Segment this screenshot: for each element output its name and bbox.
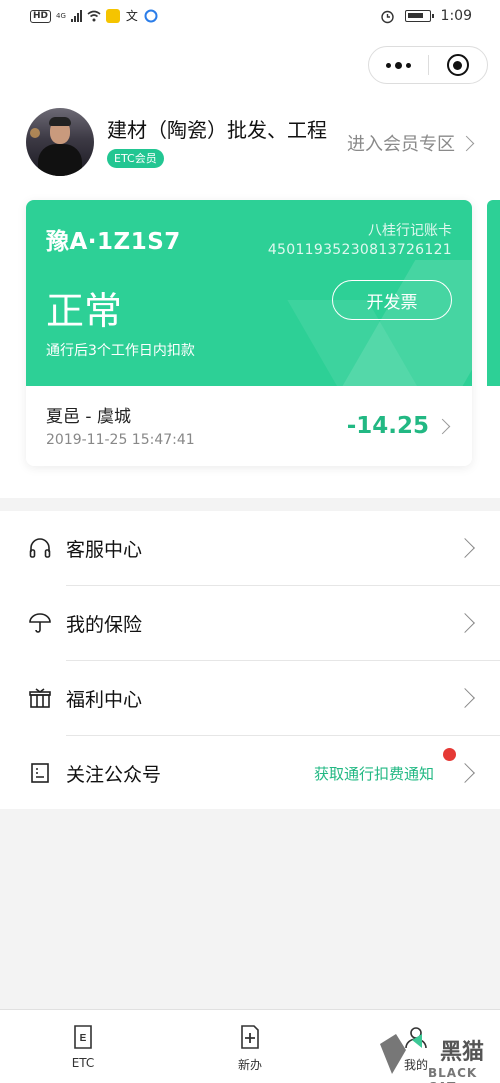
tab-label: ETC: [71, 1056, 95, 1070]
alarm-icon: [380, 10, 394, 23]
browser-notification-icon: [144, 9, 158, 23]
chevron-right-icon: [455, 613, 475, 633]
menu-list: 客服中心 我的保险 福利中心 关注公众号 获取通行扣费通知: [0, 511, 500, 809]
network-type: 4G: [56, 12, 66, 20]
tab-label: 新办: [237, 1058, 262, 1072]
watermark-sub: BLACK CAT: [428, 1066, 478, 1083]
menu-label: 福利中心: [66, 688, 143, 711]
headset-icon: [29, 538, 51, 558]
menu-label: 我的保险: [66, 613, 143, 636]
document-icon: [31, 763, 49, 783]
plate-number: 豫A·1Z1S7: [46, 229, 181, 255]
chevron-right-icon: [455, 538, 475, 558]
member-badge: ETC会员: [107, 149, 164, 168]
card-header: 豫A·1Z1S7 八桂行记账卡 45011935230813726121 正常 …: [26, 200, 472, 386]
invoice-button[interactable]: 开发票: [332, 280, 452, 320]
trip-amount-value: -14.25: [346, 413, 429, 439]
clock: 1:09: [440, 8, 472, 24]
menu-item-insurance[interactable]: 我的保险: [0, 586, 500, 660]
mini-program-close-icon[interactable]: [428, 47, 487, 83]
trip-time: 2019-11-25 15:47:41: [46, 432, 195, 448]
card-status: 正常: [46, 289, 123, 333]
etc-card[interactable]: 豫A·1Z1S7 八桂行记账卡 45011935230813726121 正常 …: [26, 200, 472, 466]
add-doc-tab-icon: [241, 1025, 259, 1049]
chevron-right-icon: [455, 763, 475, 783]
menu-item-benefits[interactable]: 福利中心: [0, 661, 500, 735]
trip-route: 夏邑 - 虞城: [46, 407, 131, 427]
card-number: 45011935230813726121: [267, 242, 452, 258]
battery-icon: [404, 10, 434, 22]
svg-text:E: E: [80, 1033, 87, 1044]
umbrella-icon: [29, 613, 51, 633]
avatar[interactable]: [26, 108, 94, 176]
mini-program-header: [0, 34, 500, 100]
notification-dot: [443, 748, 456, 761]
next-card-peek[interactable]: [487, 200, 500, 386]
status-right: 1:09: [380, 8, 472, 24]
menu-label: 客服中心: [66, 538, 143, 561]
notify-hint: 获取通行扣费通知: [313, 764, 434, 783]
translate-icon: 文: [125, 9, 138, 23]
profile-section: 建材（陶瓷）批发、工程 ETC会员 进入会员专区 豫A·1Z1S7 八桂行记账卡…: [0, 100, 500, 498]
signal-icon: [70, 10, 82, 22]
capsule-menu: [368, 46, 488, 84]
tab-etc[interactable]: E ETC: [43, 1024, 123, 1070]
member-zone-label: 进入会员专区: [347, 134, 455, 155]
status-left: HD 4G 文: [30, 9, 158, 23]
menu-item-follow-account[interactable]: 关注公众号 获取通行扣费通知: [0, 736, 500, 810]
gift-icon: [29, 688, 51, 708]
deduct-note: 通行后3个工作日内扣款: [46, 343, 195, 359]
app-notification-icon: [105, 9, 120, 23]
chevron-right-icon: [455, 688, 475, 708]
chevron-right-icon: [434, 418, 451, 434]
more-dots-icon[interactable]: [369, 47, 428, 83]
wifi-icon: [87, 10, 101, 22]
etc-tab-icon: E: [74, 1025, 92, 1049]
chevron-right-icon: [458, 135, 475, 151]
menu-label: 关注公众号: [66, 763, 162, 786]
watermark-text: 黑猫: [440, 1040, 485, 1065]
card-type: 八桂行记账卡: [368, 223, 452, 239]
member-zone-link[interactable]: 进入会员专区: [347, 130, 475, 156]
user-name: 建材（陶瓷）批发、工程: [107, 118, 327, 142]
trip-amount[interactable]: -14.25: [346, 413, 451, 439]
tab-new[interactable]: 新办: [210, 1024, 290, 1073]
menu-item-customer-service[interactable]: 客服中心: [0, 511, 500, 585]
hd-indicator: HD: [30, 9, 52, 23]
status-bar: HD 4G 文 1:09: [0, 0, 500, 34]
